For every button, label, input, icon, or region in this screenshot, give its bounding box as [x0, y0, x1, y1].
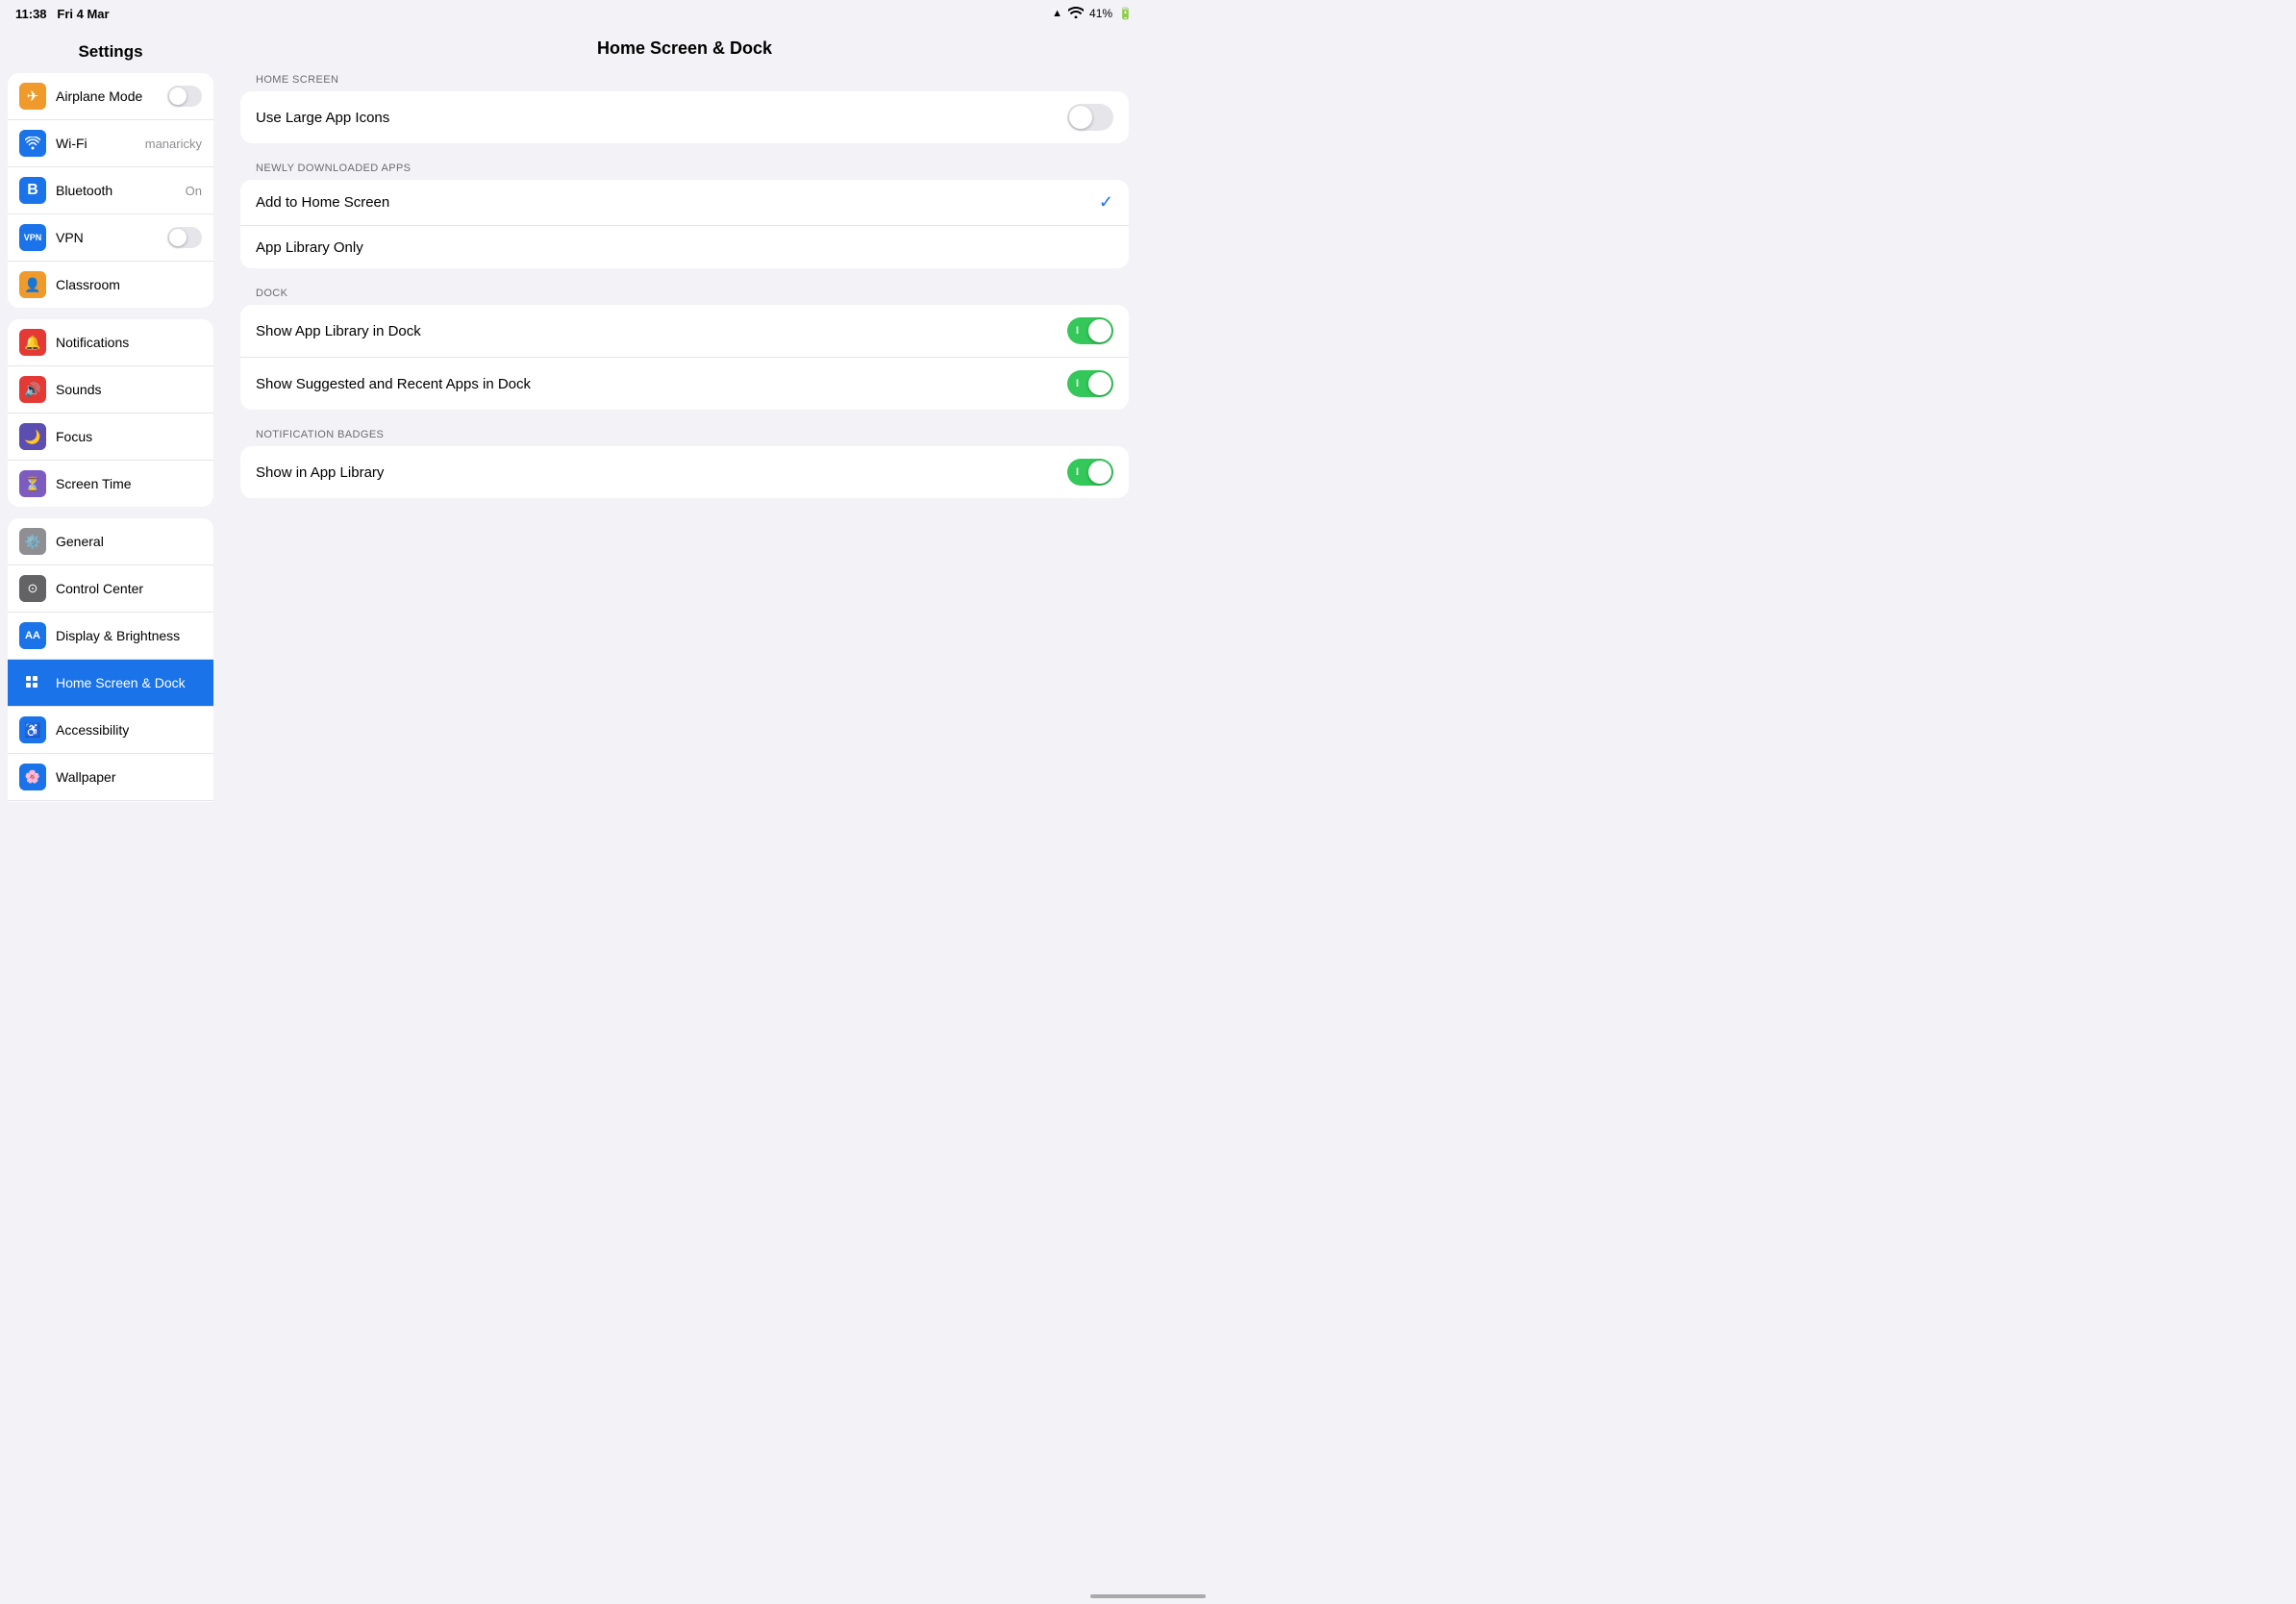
status-date: Fri 4 Mar [57, 7, 109, 21]
battery-icon: 🔋 [1118, 7, 1133, 20]
airplane-mode-toggle[interactable] [167, 86, 202, 107]
focus-label: Focus [56, 429, 202, 444]
sidebar-item-controlcenter[interactable]: ⊙ Control Center [8, 565, 213, 613]
show-app-library-toggle[interactable]: I [1067, 317, 1113, 344]
show-app-library-label: Show App Library in Dock [256, 323, 1067, 339]
settings-group-notification-badges: Show in App Library I [240, 446, 1129, 498]
vpn-icon: VPN [19, 224, 46, 251]
show-in-app-library-label: Show in App Library [256, 464, 1067, 481]
settings-group-home-screen: Use Large App Icons [240, 91, 1129, 143]
settings-group-newly-downloaded: Add to Home Screen ✓ App Library Only [240, 180, 1129, 268]
wifi-icon [1068, 7, 1084, 21]
show-suggested-label: Show Suggested and Recent Apps in Dock [256, 376, 1067, 392]
status-time: 11:38 [15, 7, 47, 21]
settings-row-app-library-only[interactable]: App Library Only [240, 226, 1129, 268]
sidebar-item-bluetooth[interactable]: B Bluetooth On [8, 167, 213, 214]
sidebar-item-accessibility[interactable]: ♿ Accessibility [8, 707, 213, 754]
bluetooth-value: On [186, 184, 202, 198]
sidebar-item-classroom[interactable]: 👤 Classroom [8, 262, 213, 308]
sounds-label: Sounds [56, 382, 202, 397]
sidebar-group-network: ✈ Airplane Mode Wi-Fi manaricky B [8, 73, 213, 308]
notifications-icon: 🔔 [19, 329, 46, 356]
sidebar-item-display[interactable]: AA Display & Brightness [8, 613, 213, 660]
main-layout: Settings ✈ Airplane Mode Wi-Fi mana [0, 27, 1148, 802]
wallpaper-icon: 🌸 [19, 764, 46, 790]
section-header-newly-downloaded: NEWLY DOWNLOADED APPS [240, 163, 1129, 180]
controlcenter-label: Control Center [56, 581, 202, 596]
sidebar: Settings ✈ Airplane Mode Wi-Fi mana [0, 27, 221, 802]
sidebar-item-vpn[interactable]: VPN VPN [8, 214, 213, 262]
display-icon: AA [19, 622, 46, 649]
settings-row-show-in-app-library[interactable]: Show in App Library I [240, 446, 1129, 498]
right-panel: Home Screen & Dock HOME SCREEN Use Large… [221, 27, 1148, 802]
show-suggested-toggle[interactable]: I [1067, 370, 1113, 397]
sidebar-item-notifications[interactable]: 🔔 Notifications [8, 319, 213, 366]
homescreen-icon [19, 669, 46, 696]
controlcenter-icon: ⊙ [19, 575, 46, 602]
classroom-icon: 👤 [19, 271, 46, 298]
wifi-icon-sidebar [19, 130, 46, 157]
settings-row-show-app-library[interactable]: Show App Library in Dock I [240, 305, 1129, 358]
display-label: Display & Brightness [56, 628, 202, 643]
sidebar-group-system1: 🔔 Notifications 🔊 Sounds 🌙 Focus ⏳ Scree… [8, 319, 213, 507]
home-indicator [1090, 1594, 1206, 1598]
sidebar-item-general[interactable]: ⚙️ General [8, 518, 213, 565]
status-indicators: ▲ 41% 🔋 [1052, 7, 1133, 21]
battery-text: 41% [1089, 7, 1112, 20]
location-icon: ▲ [1052, 8, 1062, 19]
general-icon: ⚙️ [19, 528, 46, 555]
sidebar-group-system2: ⚙️ General ⊙ Control Center AA Display &… [8, 518, 213, 802]
add-to-home-checkmark: ✓ [1099, 192, 1113, 213]
airplane-mode-label: Airplane Mode [56, 88, 167, 104]
focus-icon: 🌙 [19, 423, 46, 450]
vpn-label: VPN [56, 230, 167, 245]
sidebar-item-focus[interactable]: 🌙 Focus [8, 414, 213, 461]
settings-row-show-suggested[interactable]: Show Suggested and Recent Apps in Dock I [240, 358, 1129, 410]
screentime-label: Screen Time [56, 476, 202, 491]
sounds-icon: 🔊 [19, 376, 46, 403]
large-app-icons-toggle[interactable] [1067, 104, 1113, 131]
section-header-dock: DOCK [240, 288, 1129, 305]
notifications-label: Notifications [56, 335, 202, 350]
wifi-label: Wi-Fi [56, 136, 145, 151]
sidebar-item-sounds[interactable]: 🔊 Sounds [8, 366, 213, 414]
sidebar-item-wallpaper[interactable]: 🌸 Wallpaper [8, 754, 213, 801]
sidebar-item-airplane-mode[interactable]: ✈ Airplane Mode [8, 73, 213, 120]
right-panel-title: Home Screen & Dock [240, 27, 1129, 74]
show-in-app-library-toggle[interactable]: I [1067, 459, 1113, 486]
status-bar: 11:38 Fri 4 Mar ▲ 41% 🔋 [0, 0, 1148, 27]
sidebar-item-homescreen[interactable]: Home Screen & Dock [8, 660, 213, 707]
status-time-date: 11:38 Fri 4 Mar [15, 7, 110, 21]
general-label: General [56, 534, 202, 549]
airplane-mode-icon: ✈ [19, 83, 46, 110]
classroom-label: Classroom [56, 277, 202, 292]
vpn-toggle[interactable] [167, 227, 202, 248]
accessibility-label: Accessibility [56, 722, 202, 738]
wifi-value: manaricky [145, 137, 202, 151]
add-to-home-label: Add to Home Screen [256, 194, 1099, 211]
settings-row-add-to-home[interactable]: Add to Home Screen ✓ [240, 180, 1129, 226]
homescreen-label: Home Screen & Dock [56, 675, 202, 690]
accessibility-icon: ♿ [19, 716, 46, 743]
bluetooth-label: Bluetooth [56, 183, 186, 198]
sidebar-title: Settings [0, 35, 221, 73]
settings-row-large-app-icons[interactable]: Use Large App Icons [240, 91, 1129, 143]
screentime-icon: ⏳ [19, 470, 46, 497]
section-header-home-screen: HOME SCREEN [240, 74, 1129, 91]
settings-group-dock: Show App Library in Dock I Show Suggeste… [240, 305, 1129, 410]
wallpaper-label: Wallpaper [56, 769, 202, 785]
sidebar-item-wifi[interactable]: Wi-Fi manaricky [8, 120, 213, 167]
large-app-icons-label: Use Large App Icons [256, 110, 1067, 126]
sidebar-item-siri[interactable]: ◉ Siri & Search [8, 801, 213, 802]
section-header-notification-badges: NOTIFICATION BADGES [240, 429, 1129, 446]
sidebar-item-screentime[interactable]: ⏳ Screen Time [8, 461, 213, 507]
app-library-only-label: App Library Only [256, 239, 1113, 256]
bluetooth-icon: B [19, 177, 46, 204]
